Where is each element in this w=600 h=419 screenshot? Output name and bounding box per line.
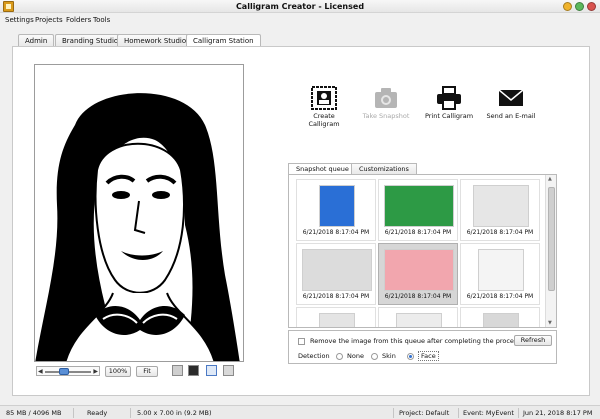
snapshot-thumbnail <box>319 185 355 227</box>
create-calligram-label: Create Calligram <box>308 112 340 128</box>
snapshot-thumbnail <box>384 249 454 291</box>
detection-face-label: Face <box>418 351 439 361</box>
send-email-button[interactable]: Send an E-mail <box>486 86 536 120</box>
zoom-left-arrow-icon[interactable]: ◀ <box>38 368 43 375</box>
status-project: Project: Default <box>399 409 450 417</box>
status-divider <box>73 408 74 418</box>
status-print-size: 5.00 x 7.00 in (9.2 MB) <box>137 409 212 417</box>
portrait-image <box>35 65 243 361</box>
snapshot-caption: 6/21/2018 8:17:04 PM <box>302 293 370 300</box>
create-calligram-button[interactable]: Create Calligram <box>299 86 349 128</box>
create-calligram-icon <box>311 86 337 110</box>
status-divider <box>393 408 394 418</box>
tab-branding-studio[interactable]: Branding Studio <box>55 34 126 46</box>
tab-customizations[interactable]: Customizations <box>351 163 417 174</box>
print-calligram-label: Print Calligram <box>424 112 474 120</box>
detection-skin-radio[interactable] <box>371 353 378 360</box>
snapshot-thumbnail <box>302 249 372 291</box>
envelope-icon <box>498 89 524 106</box>
remove-after-complete-checkbox[interactable] <box>298 338 305 345</box>
print-calligram-button[interactable]: Print Calligram <box>424 86 474 120</box>
tab-admin[interactable]: Admin <box>18 34 55 46</box>
menu-folders[interactable]: Folders <box>66 16 91 24</box>
snapshot-caption: 6/21/2018 8:17:04 PM <box>302 229 370 236</box>
calligram-preview <box>34 64 244 362</box>
status-divider <box>458 408 459 418</box>
menu-bar: Settings Projects Folders Tools <box>0 13 600 27</box>
minimize-button[interactable] <box>563 2 572 11</box>
snapshot-thumbnail <box>319 313 355 327</box>
snapshot-item[interactable]: 6/21/2018 8:17:04 PM <box>378 179 458 241</box>
close-button[interactable] <box>587 2 596 11</box>
snapshot-queue: 6/21/2018 8:17:04 PM 6/21/2018 8:17:04 P… <box>288 174 557 328</box>
snapshot-item[interactable] <box>460 307 540 327</box>
video-camera-icon[interactable] <box>172 365 183 376</box>
detection-label: Detection <box>298 352 330 360</box>
remove-after-complete-label: Remove the image from this queue after c… <box>310 337 521 345</box>
calligram-mode-icon[interactable] <box>206 365 217 376</box>
queue-options: Remove the image from this queue after c… <box>288 330 557 364</box>
status-memory: 85 MB / 4096 MB <box>6 409 62 417</box>
menu-projects[interactable]: Projects <box>35 16 63 24</box>
printer-icon <box>437 86 461 110</box>
snapshot-item[interactable]: 6/21/2018 8:17:04 PM <box>296 243 376 305</box>
snapshot-thumbnail <box>396 313 442 327</box>
snapshot-item[interactable] <box>296 307 376 327</box>
menu-tools[interactable]: Tools <box>93 16 110 24</box>
status-divider <box>130 408 131 418</box>
scroll-up-icon[interactable]: ▲ <box>548 176 552 182</box>
status-bar: 85 MB / 4096 MB Ready 5.00 x 7.00 in (9.… <box>0 405 600 419</box>
snapshot-thumbnail <box>384 185 454 227</box>
queue-scrollbar[interactable]: ▲ ▼ <box>545 175 556 327</box>
detection-face-radio[interactable] <box>407 353 414 360</box>
refresh-button[interactable]: Refresh <box>514 335 552 346</box>
snapshot-thumbnail <box>478 249 524 291</box>
take-snapshot-button[interactable]: Take Snapshot <box>361 86 411 120</box>
maximize-button[interactable] <box>575 2 584 11</box>
snapshot-caption: 6/21/2018 8:17:04 PM <box>384 293 452 300</box>
detection-skin-label: Skin <box>382 352 396 360</box>
window-title: Calligram Creator - Licensed <box>235 2 365 11</box>
zoom-slider[interactable]: ◀ ▶ <box>36 366 100 376</box>
zoom-thumb[interactable] <box>59 368 69 375</box>
scroll-thumb[interactable] <box>548 187 555 291</box>
snapshot-item[interactable]: 6/21/2018 8:17:04 PM <box>460 243 540 305</box>
status-datetime: Jun 21, 2018 8:17 PM <box>523 409 593 417</box>
portrait-mode-icon[interactable] <box>223 365 234 376</box>
menu-settings[interactable]: Settings <box>5 16 34 24</box>
send-email-label: Send an E-mail <box>486 112 536 120</box>
snapshot-camera-icon <box>375 88 397 108</box>
snapshot-thumbnail <box>473 185 529 227</box>
snapshot-item[interactable]: 6/21/2018 8:17:04 PM <box>460 179 540 241</box>
zoom-right-arrow-icon[interactable]: ▶ <box>93 368 98 375</box>
snapshot-item[interactable]: 6/21/2018 8:17:04 PM <box>296 179 376 241</box>
snapshot-thumbnail <box>483 313 519 327</box>
snapshot-caption: 6/21/2018 8:17:04 PM <box>384 229 452 236</box>
fit-button[interactable]: Fit <box>136 366 158 377</box>
title-bar: Calligram Creator - Licensed <box>0 0 600 13</box>
status-divider <box>518 408 519 418</box>
camera-icon[interactable] <box>188 365 199 376</box>
snapshot-caption: 6/21/2018 8:17:04 PM <box>466 229 534 236</box>
scroll-down-icon[interactable]: ▼ <box>548 320 552 326</box>
detection-none-label: None <box>347 352 364 360</box>
tab-homework-studio[interactable]: Homework Studio <box>117 34 194 46</box>
snapshot-caption: 6/21/2018 8:17:04 PM <box>466 293 534 300</box>
status-event: Event: MyEvent <box>463 409 514 417</box>
snapshot-item[interactable]: 6/21/2018 8:17:04 PM <box>378 243 458 305</box>
detection-none-radio[interactable] <box>336 353 343 360</box>
tab-snapshot-queue[interactable]: Snapshot queue <box>288 163 357 174</box>
take-snapshot-label: Take Snapshot <box>362 112 410 120</box>
snapshot-item[interactable] <box>378 307 458 327</box>
status-state: Ready <box>87 409 108 417</box>
zoom-percent-button[interactable]: 100% <box>105 366 131 377</box>
